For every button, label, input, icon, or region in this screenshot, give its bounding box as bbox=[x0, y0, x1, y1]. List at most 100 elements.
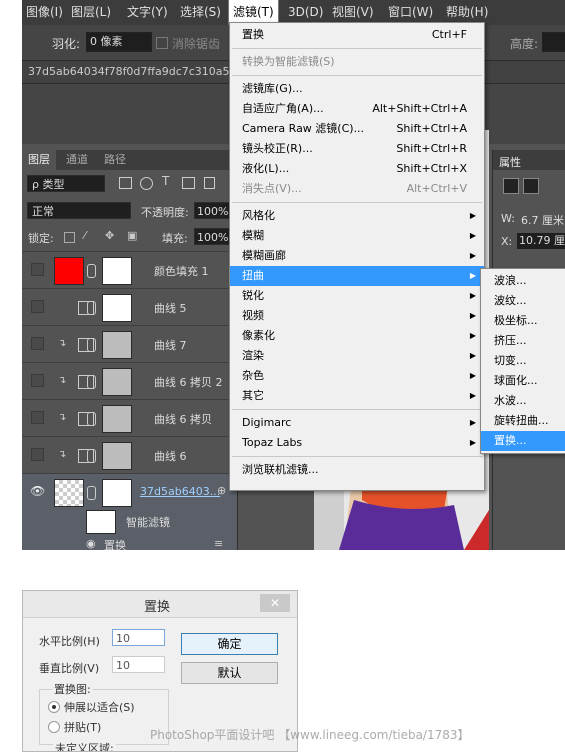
lock-move-icon[interactable]: ✥ bbox=[105, 229, 114, 242]
layer-row[interactable]: 颜色填充 1 bbox=[22, 251, 237, 288]
distort-submenu-item[interactable]: 切变... bbox=[481, 351, 565, 371]
tab-channels[interactable]: 通道 bbox=[60, 150, 94, 170]
menu-image[interactable]: 图像(I) bbox=[22, 0, 67, 25]
lock-all-icon[interactable]: ▣ bbox=[127, 229, 137, 242]
kind-filter-select[interactable]: ρ 类型 bbox=[27, 175, 105, 192]
filter-menu-item[interactable]: 渲染 ▶ bbox=[230, 346, 484, 366]
distort-submenu-item[interactable]: 挤压... bbox=[481, 331, 565, 351]
layer-mask-thumbnail[interactable] bbox=[102, 294, 132, 322]
filter-menu-item: 消失点(V)... Alt+Ctrl+V bbox=[230, 179, 484, 199]
visibility-toggle[interactable] bbox=[31, 337, 44, 350]
document-tab-title: 37d5ab64034f78f0d7ffa9dc7c310a55b2 bbox=[28, 65, 251, 78]
filter-menu-item[interactable]: 锐化 ▶ bbox=[230, 286, 484, 306]
filter-shape-icon[interactable] bbox=[182, 177, 195, 189]
smart-filter-badge-icon: ⊕ bbox=[217, 484, 227, 497]
x-input[interactable]: 10.79 厘 bbox=[517, 233, 565, 249]
height-input[interactable] bbox=[542, 32, 565, 52]
layer-mask-thumbnail[interactable] bbox=[102, 331, 132, 359]
layer-mask-thumbnail[interactable] bbox=[102, 405, 132, 433]
distort-submenu-item[interactable]: 波浪... bbox=[481, 271, 565, 291]
menu-type[interactable]: 文字(Y) bbox=[123, 0, 172, 25]
tab-layers[interactable]: 图层 bbox=[22, 150, 56, 170]
menu-select[interactable]: 选择(S) bbox=[176, 0, 225, 25]
blend-mode-select[interactable]: 正常 bbox=[27, 202, 131, 219]
eye-icon[interactable]: 👁 bbox=[30, 484, 45, 498]
layer-row[interactable]: ↴ 曲线 7 bbox=[22, 325, 237, 362]
filter-menu-item[interactable]: 其它 ▶ bbox=[230, 386, 484, 406]
vertical-scale-input[interactable]: 10 bbox=[112, 656, 165, 673]
visibility-toggle[interactable] bbox=[31, 411, 44, 424]
filter-menu-item[interactable]: 扭曲 ▶ bbox=[230, 266, 484, 286]
filter-pixel-icon[interactable] bbox=[119, 177, 132, 189]
watermark: PhotoShop平面设计吧 【www.lineeg.com/tieba/178… bbox=[150, 728, 470, 742]
properties-pixel-icon[interactable] bbox=[503, 178, 519, 194]
filter-menu-item[interactable]: Topaz Labs ▶ bbox=[230, 433, 484, 453]
smart-filter-item[interactable]: 置换 bbox=[104, 537, 126, 550]
layer-mask-thumbnail[interactable] bbox=[102, 442, 132, 470]
antialias-checkbox[interactable] bbox=[156, 37, 168, 49]
distort-submenu-item[interactable]: 置换... bbox=[481, 431, 565, 451]
fill-input[interactable]: 100% bbox=[194, 228, 234, 245]
filter-menu-item[interactable]: 杂色 ▶ bbox=[230, 366, 484, 386]
properties-title: 属性 bbox=[499, 156, 521, 169]
lock-transparency-icon[interactable] bbox=[64, 232, 75, 243]
w-value[interactable]: 6.7 厘米 bbox=[521, 212, 564, 228]
filter-menu-item[interactable]: Camera Raw 滤镜(C)... Shift+Ctrl+A bbox=[230, 119, 484, 139]
filter-smart-object-icon[interactable] bbox=[204, 177, 215, 189]
distort-submenu-item[interactable]: 球面化... bbox=[481, 371, 565, 391]
tile-radio[interactable] bbox=[48, 721, 60, 733]
close-button[interactable]: ✕ bbox=[260, 594, 290, 612]
layer-mask-thumbnail[interactable] bbox=[102, 257, 132, 285]
submenu-item-label: 旋转扭曲... bbox=[494, 414, 549, 427]
default-button[interactable]: 默认 bbox=[181, 662, 278, 684]
filter-menu-item[interactable]: 风格化 ▶ bbox=[230, 206, 484, 226]
layer-row-selected[interactable]: 👁 37d5ab6403... ⊕ bbox=[22, 473, 237, 510]
visibility-toggle[interactable] bbox=[31, 374, 44, 387]
tab-paths[interactable]: 路径 bbox=[98, 150, 132, 170]
filter-menu-item[interactable]: Digimarc ▶ bbox=[230, 413, 484, 433]
eye-icon[interactable]: ◉ bbox=[86, 537, 96, 550]
filter-menu-item[interactable]: 滤镜库(G)... bbox=[230, 79, 484, 99]
submenu-arrow-icon: ▶ bbox=[469, 271, 476, 280]
filter-type-icon[interactable]: T bbox=[162, 174, 169, 188]
filter-menu-item[interactable]: 自适应广角(A)... Alt+Shift+Ctrl+A bbox=[230, 99, 484, 119]
distort-submenu-item[interactable]: 极坐标... bbox=[481, 311, 565, 331]
layer-row[interactable]: ↴ 曲线 6 bbox=[22, 436, 237, 473]
menu-item-label: 模糊 bbox=[242, 229, 264, 242]
ok-button[interactable]: 确定 bbox=[181, 633, 278, 655]
distort-submenu-item[interactable]: 波纹... bbox=[481, 291, 565, 311]
filter-menu-item[interactable]: 镜头校正(R)... Shift+Ctrl+R bbox=[230, 139, 484, 159]
filter-options-icon[interactable]: ≡ bbox=[214, 537, 223, 550]
opacity-input[interactable]: 100% bbox=[194, 202, 234, 219]
fill-label: 填充: bbox=[162, 232, 188, 245]
filter-menu-item[interactable]: 模糊画廊 ▶ bbox=[230, 246, 484, 266]
filter-menu-item[interactable]: 浏览联机滤镜... bbox=[230, 460, 484, 480]
menu-layer[interactable]: 图层(L) bbox=[67, 0, 115, 25]
filter-menu-item[interactable]: 像素化 ▶ bbox=[230, 326, 484, 346]
properties-mask-icon[interactable] bbox=[523, 178, 539, 194]
smart-filter-mask-thumbnail[interactable] bbox=[86, 510, 116, 534]
visibility-toggle[interactable] bbox=[31, 300, 44, 313]
horizontal-scale-input[interactable]: 10 bbox=[112, 629, 165, 646]
layer-row[interactable]: 曲线 5 bbox=[22, 288, 237, 325]
layer-row[interactable]: ↴ 曲线 6 拷贝 bbox=[22, 399, 237, 436]
filter-menu-item[interactable]: 模糊 ▶ bbox=[230, 226, 484, 246]
visibility-toggle[interactable] bbox=[31, 263, 44, 276]
layer-row[interactable]: ↴ 曲线 6 拷贝 2 bbox=[22, 362, 237, 399]
filter-adjustment-icon[interactable] bbox=[140, 177, 153, 190]
filter-menu-item[interactable]: 液化(L)... Shift+Ctrl+X bbox=[230, 159, 484, 179]
visibility-toggle[interactable] bbox=[31, 448, 44, 461]
clipping-arrow-icon: ↴ bbox=[58, 338, 67, 349]
lock-brush-icon[interactable]: ⁄ bbox=[84, 229, 86, 242]
layer-name: 曲线 6 bbox=[154, 450, 187, 463]
distort-submenu-item[interactable]: 水波... bbox=[481, 391, 565, 411]
layer-mask-thumbnail[interactable] bbox=[102, 368, 132, 396]
feather-input[interactable]: 0 像素 bbox=[86, 32, 152, 52]
antialias-label: 消除锯齿 bbox=[172, 37, 221, 51]
filter-menu-item[interactable]: 视频 ▶ bbox=[230, 306, 484, 326]
layer-mask-thumbnail[interactable] bbox=[102, 479, 132, 507]
filter-menu-item[interactable]: 置换 Ctrl+F bbox=[230, 25, 484, 45]
stretch-radio[interactable] bbox=[48, 701, 60, 713]
displacement-map-label: 置换图: bbox=[52, 681, 93, 697]
distort-submenu-item[interactable]: 旋转扭曲... bbox=[481, 411, 565, 431]
